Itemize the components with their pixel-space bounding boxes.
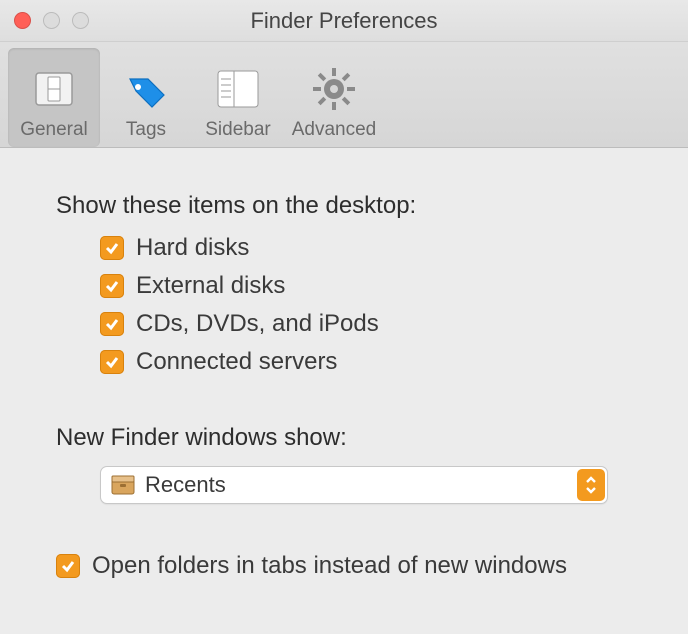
tab-general[interactable]: General	[8, 48, 100, 147]
checkbox-connected-servers[interactable]	[100, 350, 124, 374]
chevron-up-down-icon	[577, 469, 605, 501]
tab-sidebar[interactable]: Sidebar	[192, 48, 284, 147]
tab-label: Tags	[126, 119, 166, 141]
minimize-button[interactable]	[43, 12, 60, 29]
dropdown-value: Recents	[145, 472, 226, 498]
window-controls	[14, 12, 89, 29]
checkbox-row-hard-disks: Hard disks	[100, 234, 632, 262]
content-pane: Show these items on the desktop: Hard di…	[0, 148, 688, 580]
desktop-items-label: Show these items on the desktop:	[56, 192, 632, 220]
titlebar: Finder Preferences	[0, 0, 688, 42]
checkbox-open-in-tabs[interactable]	[56, 554, 80, 578]
tab-tags[interactable]: Tags	[100, 48, 192, 147]
tab-label: Advanced	[292, 119, 377, 141]
checkbox-row-cds-dvds-ipods: CDs, DVDs, and iPods	[100, 310, 632, 338]
tab-label: General	[20, 119, 88, 141]
close-button[interactable]	[14, 12, 31, 29]
checkbox-label: Hard disks	[136, 234, 249, 262]
tab-advanced[interactable]: Advanced	[284, 48, 384, 147]
window-title: Finder Preferences	[250, 8, 437, 34]
checkbox-label: CDs, DVDs, and iPods	[136, 310, 379, 338]
open-in-tabs-row: Open folders in tabs instead of new wind…	[56, 552, 632, 580]
tag-icon	[122, 65, 170, 113]
toolbar: General Tags Sidebar	[0, 42, 688, 148]
checkbox-label: External disks	[136, 272, 285, 300]
new-finder-dropdown[interactable]: Recents	[100, 466, 608, 504]
new-finder-label: New Finder windows show:	[56, 424, 632, 452]
checkbox-row-connected-servers: Connected servers	[100, 348, 632, 376]
zoom-button[interactable]	[72, 12, 89, 29]
recents-icon	[109, 473, 137, 497]
switch-icon	[30, 65, 78, 113]
checkbox-hard-disks[interactable]	[100, 236, 124, 260]
sidebar-icon	[214, 65, 262, 113]
tab-label: Sidebar	[205, 119, 271, 141]
checkbox-external-disks[interactable]	[100, 274, 124, 298]
checkbox-row-external-disks: External disks	[100, 272, 632, 300]
desktop-items-group: Hard disks External disks CDs, DVDs, and…	[100, 234, 632, 376]
checkbox-cds-dvds-ipods[interactable]	[100, 312, 124, 336]
gear-icon	[310, 65, 358, 113]
checkbox-label: Connected servers	[136, 348, 337, 376]
checkbox-label: Open folders in tabs instead of new wind…	[92, 552, 567, 580]
